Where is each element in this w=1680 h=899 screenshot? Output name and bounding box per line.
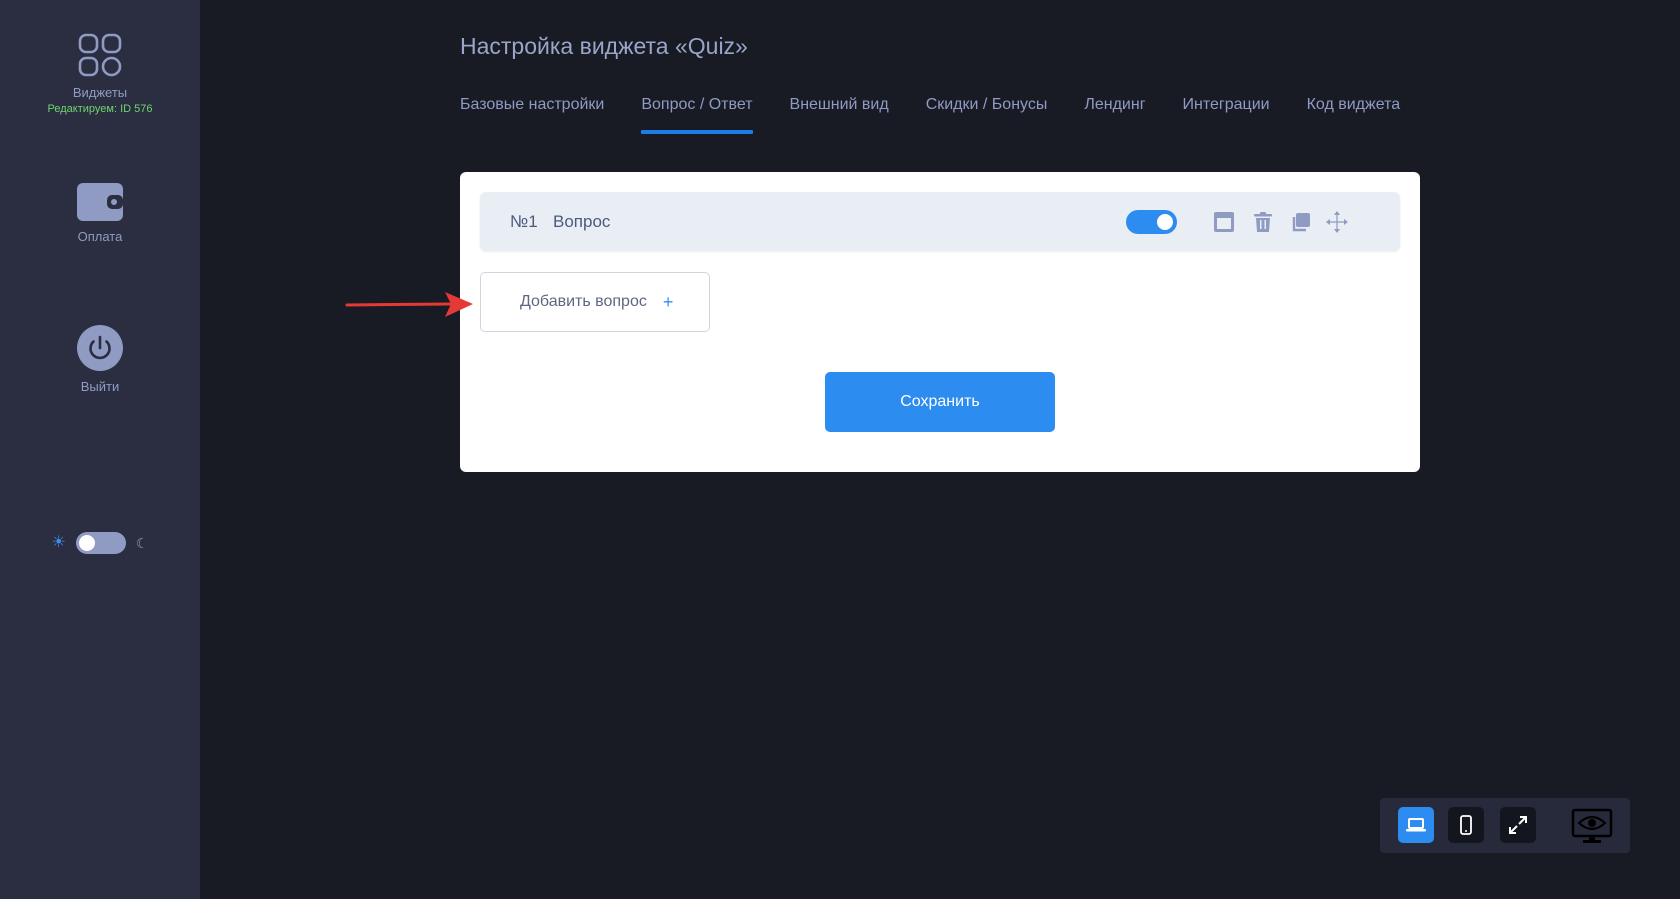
- sidebar-item-label: Оплата: [77, 229, 123, 244]
- fullscreen-button[interactable]: [1500, 807, 1536, 843]
- page-title: Настройка виджета «Quiz»: [460, 33, 748, 59]
- tab-widget-code[interactable]: Код виджета: [1307, 96, 1401, 134]
- tab-integrations[interactable]: Интеграции: [1183, 96, 1270, 134]
- mobile-view-button[interactable]: [1448, 807, 1484, 843]
- tab-question-answer[interactable]: Вопрос / Ответ: [641, 96, 753, 134]
- sidebar-item-payment[interactable]: Оплата: [0, 183, 200, 244]
- phone-icon: [1460, 815, 1472, 835]
- questions-card: №1 Вопрос Добавить вопрос + Сохранить: [460, 172, 1420, 472]
- sidebar: Виджеты Редактируем: ID 576 Оплата Выйти…: [0, 0, 200, 899]
- tab-landing[interactable]: Лендинг: [1084, 96, 1145, 134]
- power-icon: [77, 325, 123, 371]
- add-question-label: Добавить вопрос: [520, 293, 647, 310]
- tab-basic-settings[interactable]: Базовые настройки: [460, 96, 604, 134]
- sidebar-item-label: Выйти: [80, 379, 120, 394]
- sun-icon: ☀: [51, 534, 66, 551]
- annotation-arrow-icon: [345, 292, 473, 317]
- theme-switch[interactable]: [75, 532, 126, 554]
- switch-knob: [78, 535, 95, 551]
- plus-icon: +: [662, 291, 674, 312]
- desktop-view-button[interactable]: [1398, 807, 1434, 843]
- save-button[interactable]: Сохранить: [825, 372, 1055, 432]
- tab-discounts-bonuses[interactable]: Скидки / Бонусы: [926, 96, 1048, 134]
- switch-knob: [1157, 214, 1173, 230]
- question-enabled-toggle[interactable]: [1126, 210, 1177, 234]
- theme-toggle: ☀ ☾: [0, 532, 200, 554]
- tab-bar: Базовые настройки Вопрос / Ответ Внешний…: [460, 96, 1400, 134]
- tab-appearance[interactable]: Внешний вид: [790, 96, 889, 134]
- wallet-icon: [77, 183, 123, 221]
- laptop-icon: [1406, 818, 1426, 832]
- copy-icon[interactable]: [1288, 210, 1312, 234]
- sidebar-item-label: Виджеты: [72, 85, 128, 100]
- editing-id-label: Редактируем: ID 576: [47, 103, 153, 115]
- sidebar-item-logout[interactable]: Выйти: [0, 325, 200, 394]
- trash-icon[interactable]: [1251, 210, 1275, 234]
- collapse-window-icon[interactable]: [1212, 210, 1236, 234]
- widgets-grid-icon: [78, 33, 122, 77]
- question-text: Вопрос: [553, 212, 611, 231]
- question-row[interactable]: №1 Вопрос: [480, 192, 1400, 251]
- expand-icon: [1509, 816, 1527, 834]
- monitor-eye-icon: [1571, 808, 1613, 843]
- moon-icon: ☾: [135, 535, 149, 551]
- sidebar-item-widgets[interactable]: Виджеты Редактируем: ID 576: [0, 33, 200, 115]
- drag-move-icon[interactable]: [1325, 210, 1349, 234]
- device-preview-toolbar: [1380, 798, 1630, 853]
- preview-button[interactable]: [1570, 808, 1614, 844]
- add-question-button[interactable]: Добавить вопрос +: [480, 272, 710, 332]
- question-number: №1: [510, 212, 538, 231]
